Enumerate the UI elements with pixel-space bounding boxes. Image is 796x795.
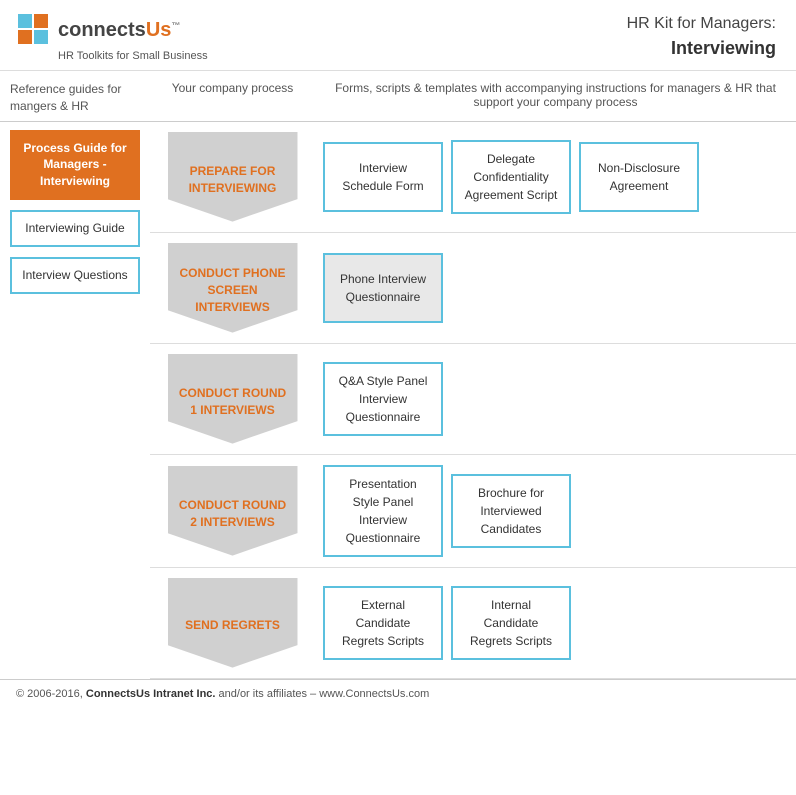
process-col-1: CONDUCT PHONE SCREEN INTERVIEWS bbox=[150, 233, 315, 343]
footer: © 2006-2016, ConnectsUs Intranet Inc. an… bbox=[0, 679, 796, 708]
footer-company: ConnectsUs Intranet Inc. bbox=[86, 688, 216, 700]
form-card-4-1[interactable]: Internal Candidate Regrets Scripts bbox=[451, 586, 571, 660]
footer-suffix-text: and/or its affiliates – www.ConnectsUs.c… bbox=[219, 688, 430, 700]
process-label-3: CONDUCT ROUND 2 INTERVIEWS bbox=[168, 466, 298, 556]
col-header-process: Your company process bbox=[150, 81, 315, 115]
sidebar-item-2[interactable]: Interview Questions bbox=[10, 257, 140, 294]
arrow-shape-1: CONDUCT PHONE SCREEN INTERVIEWS bbox=[163, 243, 303, 333]
process-col-0: PREPARE FOR INTERVIEWING bbox=[150, 122, 315, 232]
arrow-shape-2: CONDUCT ROUND 1 INTERVIEWS bbox=[163, 354, 303, 444]
col-header-reference: Reference guides for mangers & HR bbox=[0, 81, 150, 115]
form-card-0-1[interactable]: Delegate Confidentiality Agreement Scrip… bbox=[451, 140, 571, 214]
logo-area: connectsUs™ HR Toolkits for Small Busine… bbox=[16, 12, 208, 62]
process-row-0: PREPARE FOR INTERVIEWINGInterview Schedu… bbox=[150, 122, 796, 233]
process-col-3: CONDUCT ROUND 2 INTERVIEWS bbox=[150, 455, 315, 567]
logo-icon bbox=[16, 12, 52, 48]
arrow-shape-0: PREPARE FOR INTERVIEWING bbox=[163, 132, 303, 222]
process-label-4: SEND REGRETS bbox=[168, 578, 298, 668]
arrow-shape-4: SEND REGRETS bbox=[163, 578, 303, 668]
process-area: PREPARE FOR INTERVIEWINGInterview Schedu… bbox=[150, 122, 796, 679]
form-card-4-0[interactable]: External Candidate Regrets Scripts bbox=[323, 586, 443, 660]
forms-col-4: External Candidate Regrets ScriptsIntern… bbox=[315, 568, 796, 678]
forms-col-0: Interview Schedule FormDelegate Confiden… bbox=[315, 122, 796, 232]
form-card-1-0[interactable]: Phone Interview Questionnaire bbox=[323, 253, 443, 323]
header: connectsUs™ HR Toolkits for Small Busine… bbox=[0, 0, 796, 71]
sidebar: Process Guide for Managers - Interviewin… bbox=[0, 122, 150, 679]
logo-tagline: HR Toolkits for Small Business bbox=[58, 50, 208, 62]
logo-text: connectsUs™ bbox=[58, 19, 180, 42]
process-col-4: SEND REGRETS bbox=[150, 568, 315, 678]
form-card-0-0[interactable]: Interview Schedule Form bbox=[323, 142, 443, 212]
forms-col-1: Phone Interview Questionnaire bbox=[315, 233, 796, 343]
form-card-3-0[interactable]: Presentation Style Panel Interview Quest… bbox=[323, 465, 443, 557]
header-title: HR Kit for Managers: Interviewing bbox=[627, 13, 776, 61]
footer-copyright: © 2006-2016, bbox=[16, 688, 83, 700]
process-row-2: CONDUCT ROUND 1 INTERVIEWS Q&A Style Pane… bbox=[150, 344, 796, 455]
process-col-2: CONDUCT ROUND 1 INTERVIEWS bbox=[150, 344, 315, 454]
header-title-line2: Interviewing bbox=[627, 36, 776, 61]
forms-col-2: Q&A Style Panel Interview Questionnaire bbox=[315, 344, 796, 454]
header-title-line1: HR Kit for Managers: bbox=[627, 15, 776, 32]
arrow-shape-3: CONDUCT ROUND 2 INTERVIEWS bbox=[163, 466, 303, 556]
process-label-2: CONDUCT ROUND 1 INTERVIEWS bbox=[168, 354, 298, 444]
form-card-3-1[interactable]: Brochure for Interviewed Candidates bbox=[451, 474, 571, 548]
process-label-0: PREPARE FOR INTERVIEWING bbox=[168, 132, 298, 222]
form-card-2-0[interactable]: Q&A Style Panel Interview Questionnaire bbox=[323, 362, 443, 436]
logo-top: connectsUs™ bbox=[16, 12, 208, 48]
process-row-3: CONDUCT ROUND 2 INTERVIEWS Presentation S… bbox=[150, 455, 796, 568]
forms-col-3: Presentation Style Panel Interview Quest… bbox=[315, 455, 796, 567]
column-headers: Reference guides for mangers & HR Your c… bbox=[0, 71, 796, 122]
form-card-0-2[interactable]: Non-Disclosure Agreement bbox=[579, 142, 699, 212]
sidebar-item-1[interactable]: Interviewing Guide bbox=[10, 210, 140, 247]
process-label-1: CONDUCT PHONE SCREEN INTERVIEWS bbox=[168, 243, 298, 333]
sidebar-item-0[interactable]: Process Guide for Managers - Interviewin… bbox=[10, 130, 140, 200]
process-row-4: SEND REGRETSExternal Candidate Regrets S… bbox=[150, 568, 796, 679]
main-content: Process Guide for Managers - Interviewin… bbox=[0, 122, 796, 679]
process-row-1: CONDUCT PHONE SCREEN INTERVIEWS Phone Int… bbox=[150, 233, 796, 344]
col-header-forms: Forms, scripts & templates with accompan… bbox=[315, 81, 796, 115]
